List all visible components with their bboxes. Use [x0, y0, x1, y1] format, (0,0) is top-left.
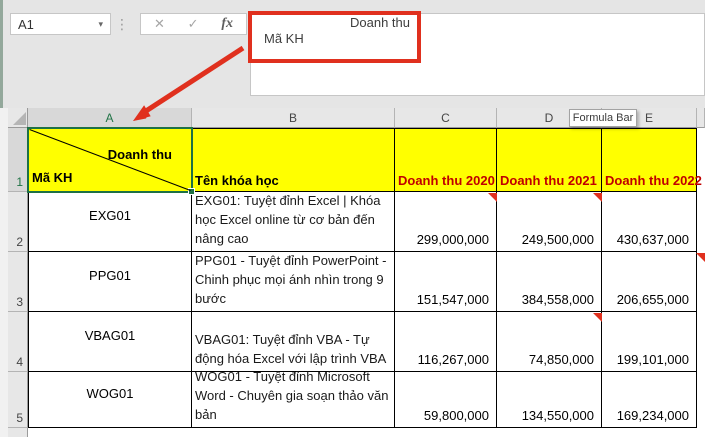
comment-indicator-c2: [488, 193, 497, 202]
cell-d5[interactable]: 134,550,000: [497, 372, 602, 428]
row-header-4[interactable]: 4: [8, 312, 28, 372]
formula-buttons: ✕ ✓ fx: [140, 13, 247, 35]
cell-b1[interactable]: Tên khóa học: [192, 128, 395, 192]
comment-indicator-d4: [593, 313, 602, 322]
cell-e3[interactable]: 206,655,000: [602, 252, 697, 312]
cell-e2[interactable]: 430,637,000: [602, 192, 697, 252]
cell-d4[interactable]: 74,850,000: [497, 312, 602, 372]
cell-c5[interactable]: 59,800,000: [395, 372, 497, 428]
insert-function-icon[interactable]: fx: [221, 16, 233, 32]
cell-a5[interactable]: WOG01: [28, 372, 192, 428]
row-header-1[interactable]: 1: [8, 128, 28, 192]
grid-left-margin: [0, 108, 8, 437]
cancel-icon[interactable]: ✕: [154, 16, 165, 32]
column-header-c[interactable]: C: [395, 108, 497, 128]
fill-handle[interactable]: [188, 188, 195, 195]
selection-border: [27, 127, 193, 193]
row-header-6-partial[interactable]: [8, 428, 28, 437]
comment-indicator-e3: [696, 253, 705, 262]
cell-a4[interactable]: VBAG01: [28, 312, 192, 372]
column-header-b[interactable]: B: [192, 108, 395, 128]
cell-b2[interactable]: EXG01: Tuyệt đỉnh Excel | Khóa học Excel…: [192, 192, 395, 252]
select-all-icon: [13, 112, 26, 125]
formula-bar-tooltip: Formula Bar: [569, 109, 637, 127]
cell-c2[interactable]: 299,000,000: [395, 192, 497, 252]
cell-e5[interactable]: 169,234,000: [602, 372, 697, 428]
column-header-a[interactable]: A: [28, 108, 192, 128]
name-box[interactable]: A1 ▾: [10, 13, 111, 35]
cell-e1[interactable]: Doanh thu 2022: [602, 128, 702, 192]
cell-c1[interactable]: Doanh thu 2020: [395, 128, 497, 192]
name-box-value: A1: [18, 16, 34, 32]
row-header-3[interactable]: 3: [8, 252, 28, 312]
window-left-edge: [0, 0, 3, 108]
annotation-box: [248, 11, 421, 63]
cell-d1[interactable]: Doanh thu 2021: [497, 128, 602, 192]
name-box-dropdown-icon[interactable]: ▾: [98, 19, 103, 30]
enter-icon[interactable]: ✓: [188, 16, 199, 32]
cell-a3[interactable]: PPG01: [28, 252, 192, 312]
comment-indicator-d2: [593, 193, 602, 202]
cell-b3[interactable]: PPG01 - Tuyệt đỉnh PowerPoint - Chinh ph…: [192, 252, 395, 312]
cell-d2[interactable]: 249,500,000: [497, 192, 602, 252]
cell-e4[interactable]: 199,101,000: [602, 312, 697, 372]
row-header-2[interactable]: 2: [8, 192, 28, 252]
column-header-f-partial[interactable]: [697, 108, 705, 128]
row-header-5[interactable]: 5: [8, 372, 28, 428]
cell-c4[interactable]: 116,267,000: [395, 312, 497, 372]
cell-d3[interactable]: 384,558,000: [497, 252, 602, 312]
cell-a2[interactable]: EXG01: [28, 192, 192, 252]
formula-bar-divider-icon: ⋮: [115, 15, 129, 32]
cell-b5[interactable]: WOG01 - Tuyệt đỉnh Microsoft Word - Chuy…: [192, 369, 395, 428]
cell-b4[interactable]: VBAG01: Tuyệt đỉnh VBA - Tự động hóa Exc…: [192, 312, 395, 372]
cell-c3[interactable]: 151,547,000: [395, 252, 497, 312]
